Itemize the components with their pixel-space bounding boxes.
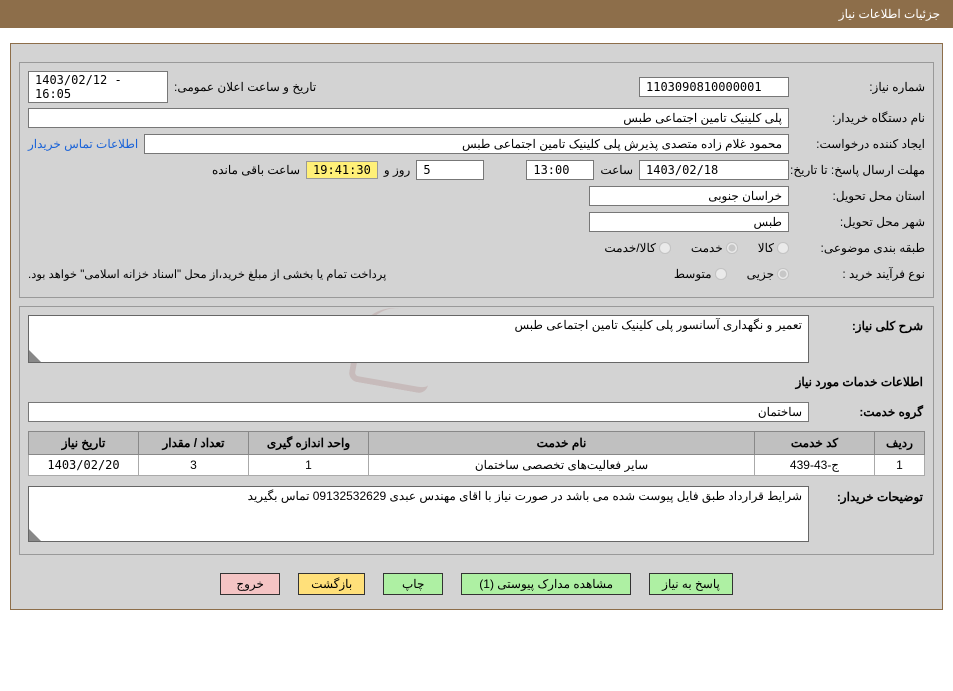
need-desc-textarea[interactable]: تعمیر و نگهداری آسانسور پلی کلینیک تامین… bbox=[28, 315, 809, 363]
proc-small-radio[interactable]: جزیی bbox=[747, 267, 789, 281]
class-goods-radio[interactable]: کالا bbox=[758, 241, 789, 255]
exit-button[interactable]: خروج bbox=[220, 573, 280, 595]
need-detail-panel: شرح کلی نیاز: تعمیر و نگهداری آسانسور پل… bbox=[19, 306, 934, 555]
need-no-label: شماره نیاز: bbox=[795, 80, 925, 94]
buyer-remarks-label: توضیحات خریدار: bbox=[815, 486, 925, 508]
th-row: ردیف bbox=[875, 432, 925, 455]
resize-handle-icon[interactable] bbox=[29, 350, 41, 362]
page-title: جزئیات اطلاعات نیاز bbox=[839, 7, 940, 21]
th-qty: تعداد / مقدار bbox=[139, 432, 249, 455]
action-button-bar: پاسخ به نیاز مشاهده مدارک پیوستی (1) چاپ… bbox=[11, 565, 942, 609]
services-table: ردیف کد خدمت نام خدمت واحد اندازه گیری ت… bbox=[28, 431, 925, 476]
deadline-date-field: 1403/02/18 bbox=[639, 160, 789, 180]
deadline-hour-field: 13:00 bbox=[526, 160, 594, 180]
class-service-radio[interactable]: خدمت bbox=[691, 241, 738, 255]
proc-medium-radio[interactable]: متوسط bbox=[674, 267, 727, 281]
city-field: طبس bbox=[589, 212, 789, 232]
cell-name: سایر فعالیت‌های تخصصی ساختمان bbox=[369, 455, 755, 476]
service-group-label: گروه خدمت: bbox=[815, 401, 925, 423]
form-page: ArtaTender.net شماره نیاز: 1103090810000… bbox=[10, 43, 943, 610]
proc-type-label: نوع فرآیند خرید : bbox=[795, 267, 925, 281]
cell-date: 1403/02/20 bbox=[29, 455, 139, 476]
general-info-panel: شماره نیاز: 1103090810000001 تاریخ و ساع… bbox=[19, 62, 934, 298]
payment-note: پرداخت تمام یا بخشی از مبلغ خرید،از محل … bbox=[28, 267, 386, 281]
buyer-org-field: پلی کلینیک تامین اجتماعی طبس bbox=[28, 108, 789, 128]
class-both-radio[interactable]: کالا/خدمت bbox=[604, 241, 670, 255]
announce-date-field: 1403/02/12 - 16:05 bbox=[28, 71, 168, 103]
services-header: اطلاعات خدمات مورد نیاز bbox=[28, 371, 925, 393]
th-code: کد خدمت bbox=[755, 432, 875, 455]
buyer-remarks-textarea[interactable]: شرایط قرارداد طبق فایل پیوست شده می باشد… bbox=[28, 486, 809, 542]
cell-unit: 1 bbox=[249, 455, 369, 476]
cell-qty: 3 bbox=[139, 455, 249, 476]
remaining-label: ساعت باقی مانده bbox=[212, 163, 300, 177]
need-desc-header: شرح کلی نیاز: bbox=[815, 315, 925, 337]
classification-label: طبقه بندی موضوعی: bbox=[795, 241, 925, 255]
resize-handle-icon[interactable] bbox=[29, 529, 41, 541]
back-button[interactable]: بازگشت bbox=[298, 573, 365, 595]
city-label: شهر محل تحویل: bbox=[795, 215, 925, 229]
creator-label: ایجاد کننده درخواست: bbox=[795, 137, 925, 151]
service-group-field: ساختمان bbox=[28, 402, 809, 422]
buyer-contact-link[interactable]: اطلاعات تماس خریدار bbox=[28, 137, 138, 151]
announce-date-label: تاریخ و ساعت اعلان عمومی: bbox=[174, 80, 316, 94]
th-name: نام خدمت bbox=[369, 432, 755, 455]
need-no-field: 1103090810000001 bbox=[639, 77, 789, 97]
attachments-button[interactable]: مشاهده مدارک پیوستی (1) bbox=[461, 573, 631, 595]
province-field: خراسان جنوبی bbox=[589, 186, 789, 206]
table-header-row: ردیف کد خدمت نام خدمت واحد اندازه گیری ت… bbox=[29, 432, 925, 455]
countdown-field: 19:41:30 bbox=[306, 161, 378, 179]
remaining-days-field: 5 bbox=[416, 160, 484, 180]
creator-field: محمود غلام زاده متصدی پذیرش پلی کلینیک ت… bbox=[144, 134, 789, 154]
th-unit: واحد اندازه گیری bbox=[249, 432, 369, 455]
page-title-bar: جزئیات اطلاعات نیاز bbox=[0, 0, 953, 28]
province-label: استان محل تحویل: bbox=[795, 189, 925, 203]
print-button[interactable]: چاپ bbox=[383, 573, 443, 595]
table-row: 1 ج-43-439 سایر فعالیت‌های تخصصی ساختمان… bbox=[29, 455, 925, 476]
cell-row: 1 bbox=[875, 455, 925, 476]
cell-code: ج-43-439 bbox=[755, 455, 875, 476]
buyer-org-label: نام دستگاه خریدار: bbox=[795, 111, 925, 125]
hour-label: ساعت bbox=[600, 163, 633, 177]
reply-button[interactable]: پاسخ به نیاز bbox=[649, 573, 733, 595]
days-and-label: روز و bbox=[384, 163, 411, 177]
th-date: تاریخ نیاز bbox=[29, 432, 139, 455]
deadline-label: مهلت ارسال پاسخ: تا تاریخ: bbox=[795, 163, 925, 177]
